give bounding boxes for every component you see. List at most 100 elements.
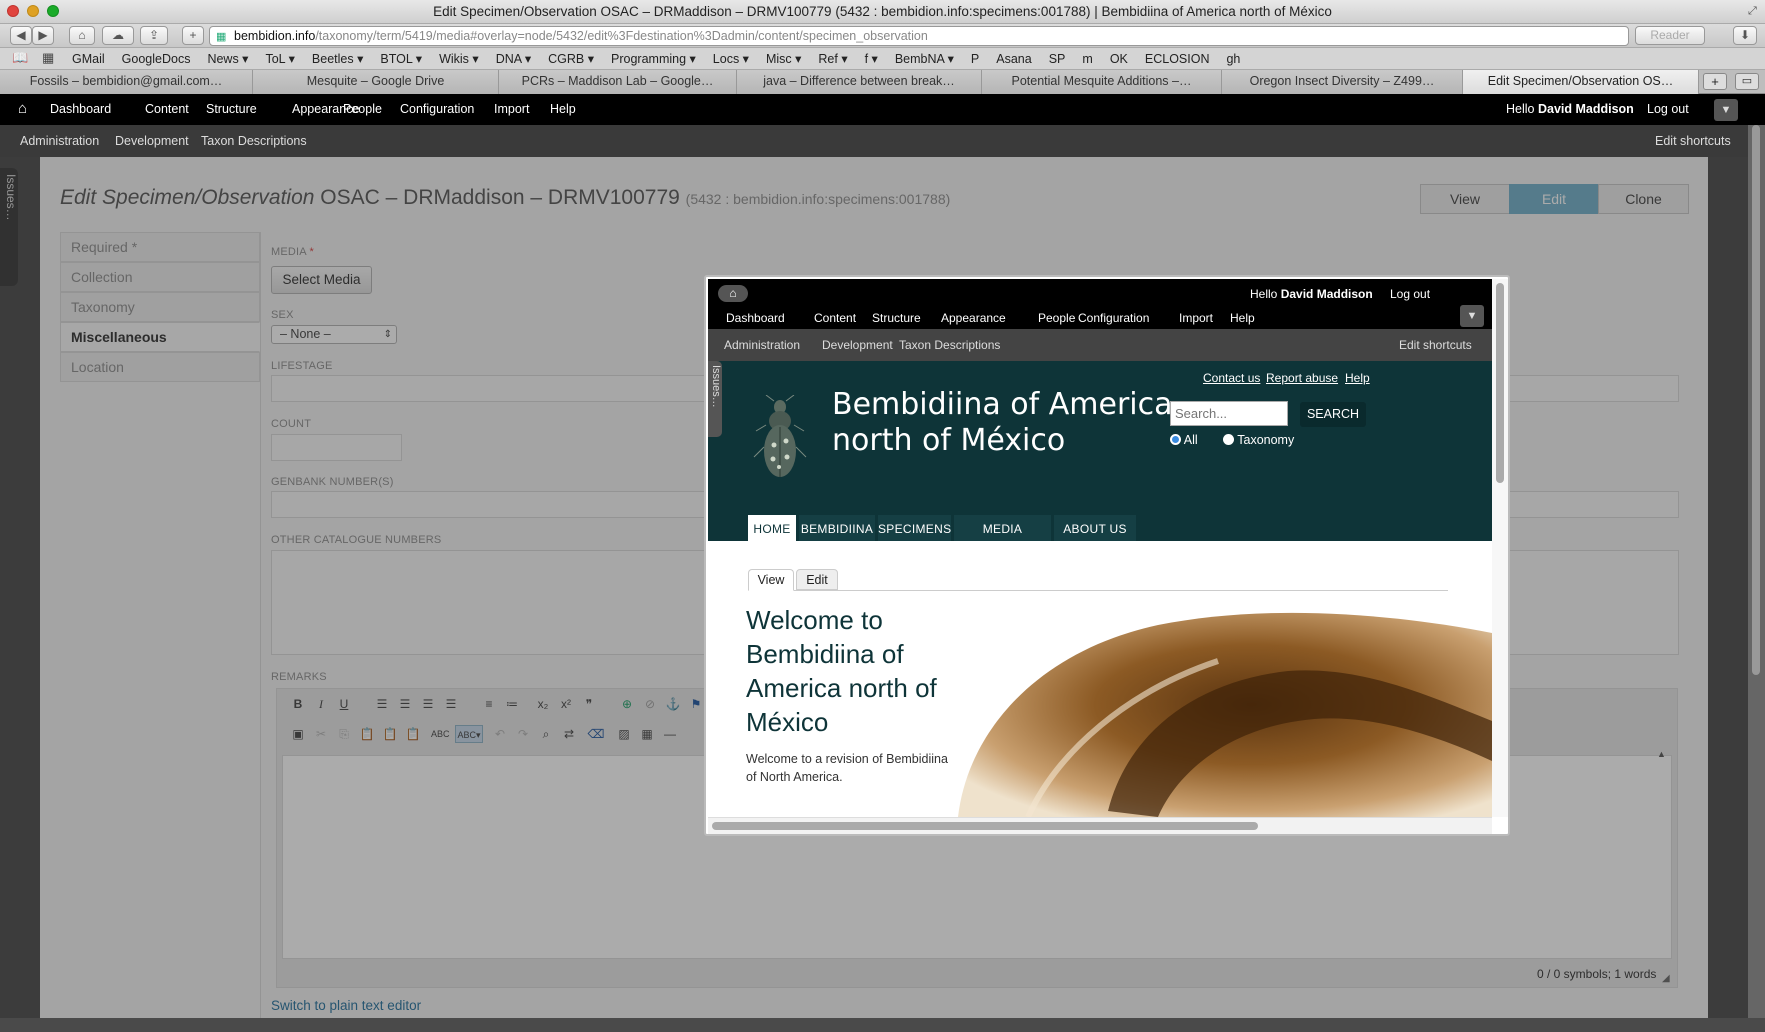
overlay-horizontal-scrollbar[interactable] bbox=[708, 817, 1492, 834]
menu-appearance[interactable]: Appearance bbox=[941, 311, 1006, 325]
shortcut-taxon-descriptions[interactable]: Taxon Descriptions bbox=[201, 134, 307, 148]
tab-oregon-insect[interactable]: Oregon Insect Diversity – Z499… bbox=[1222, 70, 1463, 94]
bookmark-item[interactable]: Wikis ▾ bbox=[439, 52, 479, 66]
site-title[interactable]: Bembidiina of America north of México bbox=[832, 387, 1173, 459]
user-name[interactable]: David Maddison bbox=[1538, 102, 1634, 116]
downloads-button[interactable]: ⬇ bbox=[1733, 26, 1757, 45]
bookmark-item[interactable]: Asana bbox=[996, 52, 1031, 66]
overlay-toggle-button[interactable]: ▼ bbox=[1460, 305, 1484, 327]
bookmark-item[interactable]: Ref ▾ bbox=[818, 52, 847, 66]
edit-shortcuts-link[interactable]: Edit shortcuts bbox=[1399, 338, 1472, 352]
zoom-window-button[interactable] bbox=[47, 5, 59, 17]
tab-mesquite[interactable]: Mesquite – Google Drive bbox=[253, 70, 499, 94]
menu-content[interactable]: Content bbox=[145, 102, 189, 116]
help-link[interactable]: Help bbox=[1345, 371, 1370, 385]
shortcut-development[interactable]: Development bbox=[822, 338, 893, 352]
bookmark-item[interactable]: P bbox=[971, 52, 979, 66]
menu-configuration[interactable]: Configuration bbox=[1078, 311, 1149, 325]
page-scrollbar[interactable] bbox=[1748, 125, 1765, 1032]
bookmark-item[interactable]: gh bbox=[1226, 52, 1240, 66]
tab-fossils[interactable]: Fossils – bembidion@gmail.com… bbox=[0, 70, 253, 94]
nav-bembidiina[interactable]: BEMBIDIINA bbox=[799, 515, 875, 543]
shortcut-administration[interactable]: Administration bbox=[20, 134, 99, 148]
radio-all[interactable]: All bbox=[1170, 433, 1198, 447]
toggle-shortcuts-button[interactable]: ▼ bbox=[1714, 99, 1738, 121]
new-tab-button[interactable]: + bbox=[182, 26, 204, 45]
page-scroll-thumb[interactable] bbox=[1752, 125, 1760, 675]
bookmark-item[interactable]: SP bbox=[1049, 52, 1066, 66]
tab-mesquite-additions[interactable]: Potential Mesquite Additions –… bbox=[982, 70, 1222, 94]
bookmark-item[interactable]: Programming ▾ bbox=[611, 52, 696, 66]
bookmark-item[interactable]: f ▾ bbox=[865, 52, 878, 66]
content-tab-view[interactable]: View bbox=[748, 569, 794, 591]
new-tab-plus-button[interactable]: + bbox=[1703, 73, 1727, 90]
share-button[interactable]: ⇪ bbox=[140, 26, 168, 45]
search-button[interactable]: SEARCH bbox=[1300, 402, 1366, 427]
menu-import[interactable]: Import bbox=[1179, 311, 1213, 325]
bookmark-item[interactable]: Beetles ▾ bbox=[312, 52, 363, 66]
bookmark-item[interactable]: m bbox=[1082, 52, 1092, 66]
menu-people[interactable]: People bbox=[343, 102, 382, 116]
shortcut-taxon-descriptions[interactable]: Taxon Descriptions bbox=[899, 338, 1000, 352]
menu-structure[interactable]: Structure bbox=[206, 102, 257, 116]
bookmark-item[interactable]: ECLOSION bbox=[1145, 52, 1210, 66]
address-bar[interactable]: ▦ bembidion.info/taxonomy/term/5419/medi… bbox=[209, 26, 1629, 46]
tab-overview-button[interactable]: ▭ bbox=[1735, 73, 1759, 90]
reading-list-icon[interactable]: 📖 bbox=[12, 50, 28, 66]
shortcut-development[interactable]: Development bbox=[115, 134, 189, 148]
bookmark-item[interactable]: ToL ▾ bbox=[265, 52, 294, 66]
menu-help[interactable]: Help bbox=[550, 102, 576, 116]
search-input[interactable] bbox=[1170, 401, 1288, 426]
reader-button[interactable]: Reader bbox=[1635, 26, 1705, 45]
nav-specimens[interactable]: SPECIMENS bbox=[878, 515, 951, 543]
bookmark-item[interactable]: OK bbox=[1110, 52, 1128, 66]
bookmark-item[interactable]: BTOL ▾ bbox=[380, 52, 422, 66]
menu-people[interactable]: People bbox=[1038, 311, 1075, 325]
radio-taxonomy[interactable]: Taxonomy bbox=[1223, 433, 1294, 447]
menu-configuration[interactable]: Configuration bbox=[400, 102, 474, 116]
bookmark-item[interactable]: BembNA ▾ bbox=[895, 52, 954, 66]
contact-us-link[interactable]: Contact us bbox=[1203, 371, 1260, 385]
overlay-vertical-scrollbar[interactable] bbox=[1492, 279, 1508, 817]
overlay-issues-tab[interactable]: Issues… bbox=[708, 361, 722, 437]
nav-home[interactable]: HOME bbox=[748, 515, 796, 543]
fullscreen-icon[interactable]: ⤢ bbox=[1748, 5, 1757, 18]
nav-about-us[interactable]: ABOUT US bbox=[1054, 515, 1136, 543]
back-button[interactable]: ◀ bbox=[10, 26, 32, 45]
nav-media-gallery[interactable]: MEDIA GALLERY bbox=[954, 515, 1051, 564]
close-window-button[interactable] bbox=[7, 5, 19, 17]
user-name[interactable]: David Maddison bbox=[1281, 287, 1373, 301]
menu-content[interactable]: Content bbox=[814, 311, 856, 325]
icloud-button[interactable]: ☁ bbox=[102, 26, 134, 45]
menu-dashboard[interactable]: Dashboard bbox=[50, 102, 111, 116]
overlay-logout-link[interactable]: Log out bbox=[1390, 287, 1430, 301]
bookmark-item[interactable]: GMail bbox=[72, 52, 105, 66]
menu-dashboard[interactable]: Dashboard bbox=[726, 311, 785, 325]
content-tab-edit[interactable]: Edit bbox=[796, 569, 838, 590]
tab-java[interactable]: java – Difference between break… bbox=[737, 70, 982, 94]
tab-edit-specimen[interactable]: Edit Specimen/Observation OS… bbox=[1463, 70, 1699, 94]
edit-shortcuts-link[interactable]: Edit shortcuts bbox=[1655, 134, 1731, 148]
tab-pcrs[interactable]: PCRs – Maddison Lab – Google… bbox=[499, 70, 737, 94]
window-bottom-edge bbox=[0, 1018, 1765, 1032]
home-icon[interactable]: ⌂ bbox=[718, 285, 748, 302]
home-button[interactable]: ⌂ bbox=[69, 26, 95, 45]
bookmark-item[interactable]: CGRB ▾ bbox=[548, 52, 594, 66]
menu-structure[interactable]: Structure bbox=[872, 311, 921, 325]
bookmark-item[interactable]: Misc ▾ bbox=[766, 52, 801, 66]
bookmark-item[interactable]: News ▾ bbox=[207, 52, 248, 66]
minimize-window-button[interactable] bbox=[27, 5, 39, 17]
home-icon[interactable]: ⌂ bbox=[18, 100, 27, 117]
bookmark-item[interactable]: Locs ▾ bbox=[713, 52, 749, 66]
report-abuse-link[interactable]: Report abuse bbox=[1266, 371, 1338, 385]
shortcut-administration[interactable]: Administration bbox=[724, 338, 800, 352]
overlay-hscroll-thumb[interactable] bbox=[712, 822, 1258, 830]
forward-button[interactable]: ▶ bbox=[32, 26, 54, 45]
menu-help[interactable]: Help bbox=[1230, 311, 1255, 325]
menu-import[interactable]: Import bbox=[494, 102, 529, 116]
bookmark-item[interactable]: GoogleDocs bbox=[122, 52, 191, 66]
logout-link[interactable]: Log out bbox=[1647, 102, 1689, 116]
bookmark-item[interactable]: DNA ▾ bbox=[496, 52, 531, 66]
top-sites-icon[interactable]: ▦ bbox=[42, 50, 54, 66]
overlay-vscroll-thumb[interactable] bbox=[1496, 283, 1504, 483]
